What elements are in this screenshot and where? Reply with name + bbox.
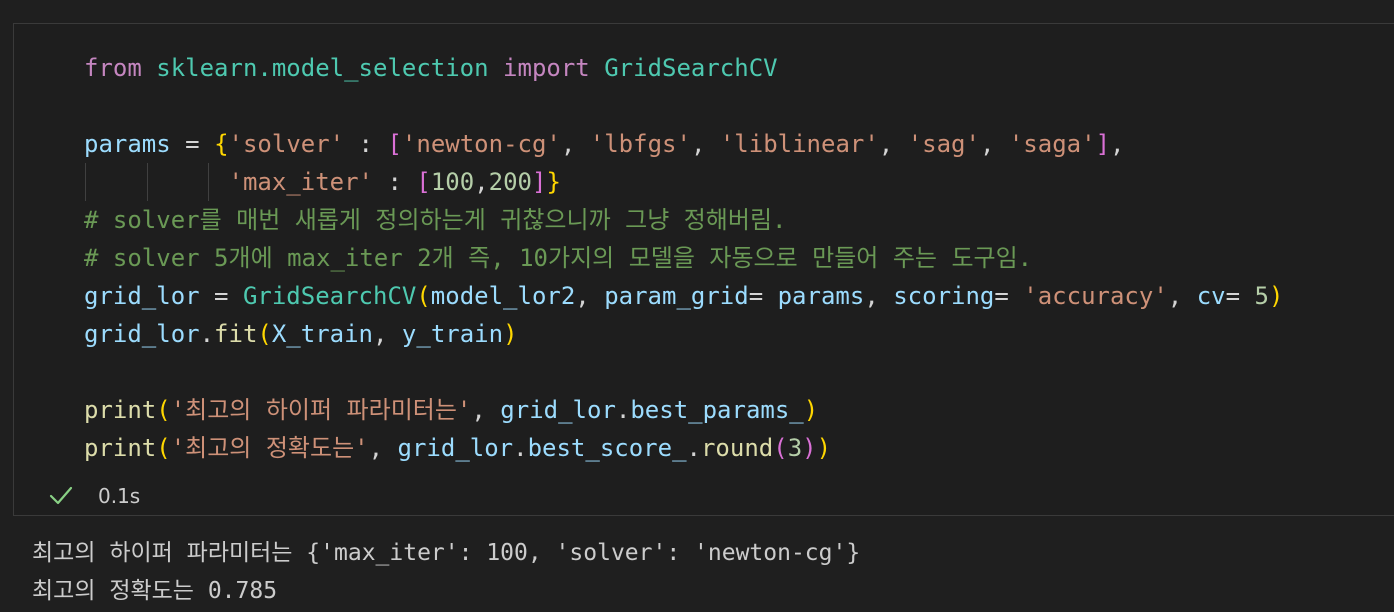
solver-value: 'saga' (1008, 130, 1096, 158)
params-variable: params (84, 130, 171, 158)
code-line-3: params = {'solver' : ['newton-cg', 'lbfg… (84, 130, 1125, 158)
solver-value: 'liblinear' (719, 130, 879, 158)
imported-class: GridSearchCV (604, 54, 778, 82)
grid-variable: grid_lor (84, 282, 200, 310)
param-grid-keyword: param_grid (604, 282, 749, 310)
indent-guide (208, 163, 209, 201)
best-score-attribute: best_score_ (527, 434, 687, 462)
print-string: '최고의 정확도는' (170, 434, 369, 462)
comment-line: # solver 5개에 max_iter 2개 즉, 10가지의 모델을 자동… (84, 244, 1033, 272)
max-iter-value: 200 (488, 168, 532, 196)
code-line-2-empty (84, 87, 1394, 125)
code-line-4: 'max_iter' : [100,200]} (84, 163, 1394, 201)
solver-value: 'lbfgs' (589, 130, 691, 158)
code-line-11: print('최고의 정확도는', grid_lor.best_score_.r… (84, 434, 832, 462)
scoring-keyword: scoring (893, 282, 995, 310)
solver-key: 'solver' (228, 130, 345, 158)
code-line-1: from sklearn.model_selection import Grid… (84, 49, 1394, 87)
scoring-value: 'accuracy' (1023, 282, 1168, 310)
list-close-bracket: ] (1095, 130, 1111, 158)
print-function: print (84, 434, 157, 462)
model-argument: model_lor2 (430, 282, 576, 310)
code-line-5: # solver를 매번 새롭게 정의하는게 귀찮으니까 그냥 정해버림. (84, 201, 1394, 239)
code-line-7: grid_lor = GridSearchCV(model_lor2, para… (84, 282, 1284, 310)
code-line-9-empty (84, 353, 1394, 391)
solver-value: 'newton-cg' (401, 130, 561, 158)
output-line: 최고의 하이퍼 파라미터는 {'max_iter': 100, 'solver'… (32, 540, 861, 566)
code-line-10: print('최고의 하이퍼 파라미터는', grid_lor.best_par… (84, 396, 819, 424)
code-cell[interactable]: from sklearn.model_selection import Grid… (13, 23, 1394, 516)
gridsearch-call: GridSearchCV (242, 282, 417, 310)
code-editor[interactable]: from sklearn.model_selection import Grid… (84, 49, 1394, 467)
execution-time: 0.1s (98, 484, 141, 508)
list-open-bracket: [ (387, 130, 402, 158)
print-object: grid_lor (500, 396, 616, 424)
print-string: '최고의 하이퍼 파라미터는' (170, 396, 472, 424)
comment-line: # solver를 매번 새롭게 정의하는게 귀찮으니까 그냥 정해버림. (84, 206, 787, 234)
dict-close-brace: } (546, 168, 561, 196)
params-argument: params (777, 282, 865, 310)
indent-guide (147, 163, 148, 201)
indent-guide (85, 163, 86, 201)
fit-object: grid_lor (84, 320, 200, 348)
cv-keyword: cv (1196, 282, 1226, 310)
code-line-6: # solver 5개에 max_iter 2개 즉, 10가지의 모델을 자동… (84, 239, 1394, 277)
trailing-comma: , (1110, 130, 1125, 158)
print-object: grid_lor (397, 434, 514, 462)
cell-status-bar: 0.1s (48, 481, 140, 511)
list-open-bracket: [ (416, 168, 431, 196)
solver-value: 'sag' (907, 130, 980, 158)
dict-colon: : (344, 130, 388, 158)
cell-output: 최고의 하이퍼 파라미터는 {'max_iter': 100, 'solver'… (32, 534, 860, 610)
cv-value: 5 (1254, 282, 1269, 310)
module-name: sklearn.model_selection (156, 54, 489, 82)
y-train-argument: y_train (401, 320, 504, 348)
round-argument: 3 (787, 434, 803, 462)
round-function: round (700, 434, 774, 462)
dict-open-brace: { (214, 130, 229, 158)
x-train-argument: X_train (271, 320, 374, 348)
max-iter-key: 'max_iter' (228, 168, 374, 196)
output-line: 최고의 정확도는 0.785 (32, 578, 278, 604)
keyword-from: from (84, 54, 142, 82)
max-iter-value: 100 (430, 168, 475, 196)
assign-operator: = (170, 130, 215, 158)
dict-colon: : (373, 168, 417, 196)
check-icon (49, 486, 73, 505)
code-line-8: grid_lor.fit(X_train, y_train) (84, 320, 518, 348)
fit-function: fit (214, 320, 258, 348)
notebook: from sklearn.model_selection import Grid… (0, 0, 1394, 612)
list-close-bracket: ] (531, 168, 547, 196)
best-params-attribute: best_params_ (630, 396, 804, 424)
keyword-import: import (503, 54, 590, 82)
print-function: print (84, 396, 157, 424)
